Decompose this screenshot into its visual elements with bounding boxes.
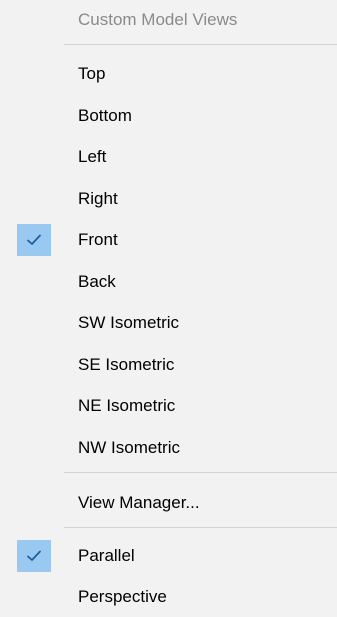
menu-item-nw-isometric[interactable]: NW Isometric xyxy=(0,432,337,464)
menu-item-right[interactable]: Right xyxy=(0,183,337,215)
menu-item-label: Custom Model Views xyxy=(78,10,238,29)
menu-item-label: NE Isometric xyxy=(78,396,176,415)
menu-item-perspective[interactable]: Perspective xyxy=(0,581,337,613)
menu-item-view-manager[interactable]: View Manager... xyxy=(0,487,337,519)
menu-item-back[interactable]: Back xyxy=(0,266,337,298)
menu-item-label: Right xyxy=(78,189,118,208)
menu-item-label: SW Isometric xyxy=(78,313,180,332)
menu-item-label: Parallel xyxy=(78,546,135,565)
menu-item-label: Perspective xyxy=(78,587,167,606)
menu-item-label: Back xyxy=(78,272,116,291)
context-menu: Custom Model Views Top Bottom Left Right… xyxy=(0,0,337,617)
menu-item-label: View Manager... xyxy=(78,493,200,512)
menu-separator xyxy=(64,44,337,45)
menu-separator xyxy=(64,527,337,528)
menu-item-parallel[interactable]: Parallel xyxy=(0,540,337,572)
menu-item-custom-model-views: Custom Model Views xyxy=(0,4,337,36)
menu-item-label: Front xyxy=(78,230,118,249)
menu-item-label: NW Isometric xyxy=(78,438,180,457)
menu-item-label: Top xyxy=(78,64,106,83)
menu-item-se-isometric[interactable]: SE Isometric xyxy=(0,349,337,381)
menu-item-top[interactable]: Top xyxy=(0,58,337,90)
menu-item-sw-isometric[interactable]: SW Isometric xyxy=(0,307,337,339)
checkmark-icon xyxy=(17,540,51,572)
menu-item-ne-isometric[interactable]: NE Isometric xyxy=(0,390,337,422)
checkmark-icon xyxy=(17,224,51,256)
menu-separator xyxy=(64,472,337,473)
menu-item-label: Left xyxy=(78,147,107,166)
menu-item-bottom[interactable]: Bottom xyxy=(0,100,337,132)
menu-item-label: SE Isometric xyxy=(78,355,175,374)
menu-item-label: Bottom xyxy=(78,106,132,125)
menu-item-front[interactable]: Front xyxy=(0,224,337,256)
menu-item-left[interactable]: Left xyxy=(0,141,337,173)
